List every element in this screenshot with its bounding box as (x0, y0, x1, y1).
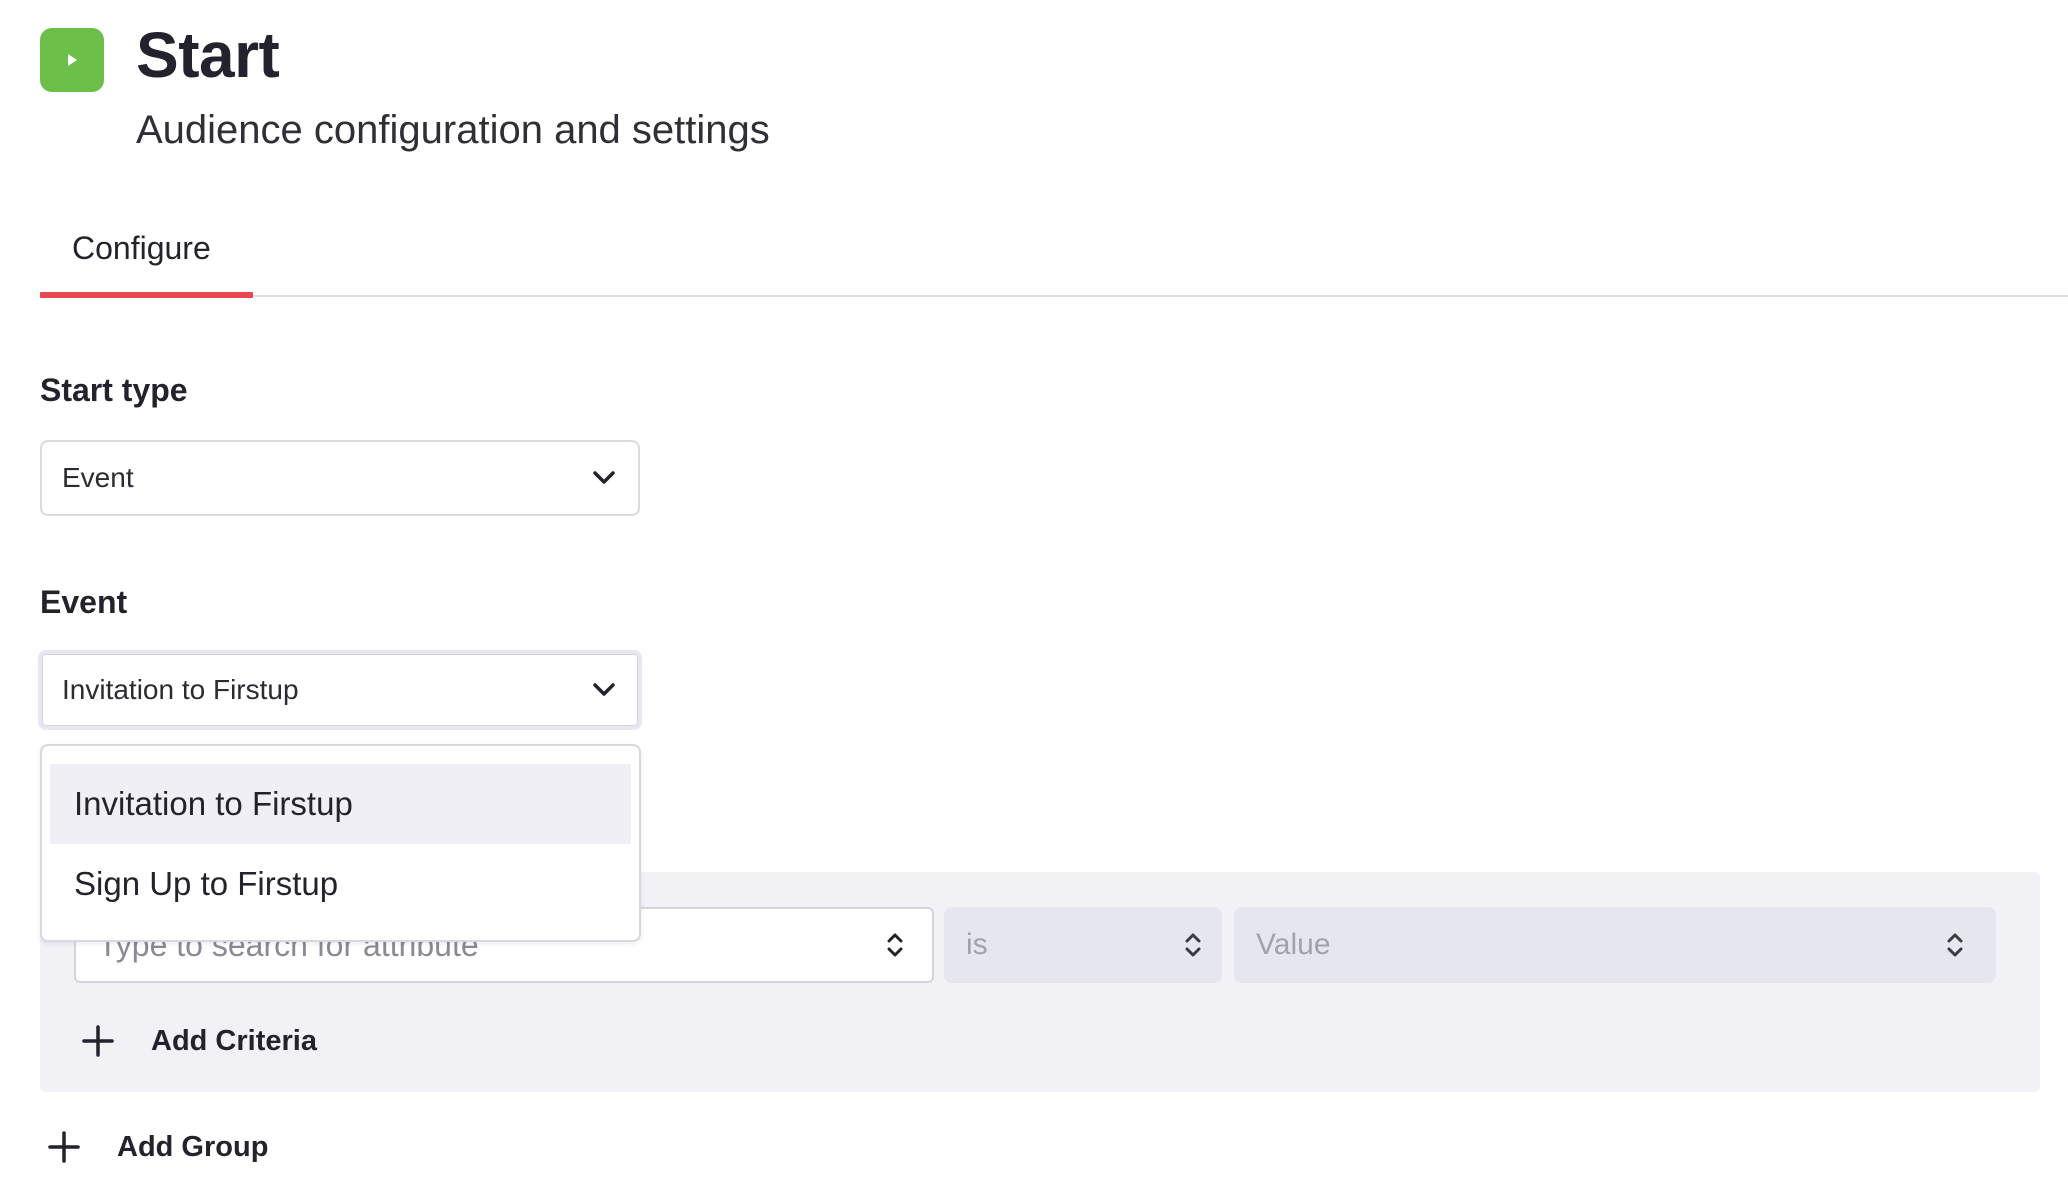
add-criteria-label: Add Criteria (151, 1024, 317, 1057)
start-type-value: Event (62, 462, 134, 493)
stepper-icon (1185, 933, 1201, 957)
chevron-down-icon (593, 471, 615, 484)
menu-option-invitation[interactable]: Invitation to Firstup (50, 764, 631, 844)
operator-select[interactable]: is (944, 907, 1222, 983)
tab-configure[interactable]: Configure (40, 220, 253, 298)
page-subtitle: Audience configuration and settings (136, 108, 770, 152)
plus-icon (82, 1025, 114, 1057)
start-type-select[interactable]: Event (40, 440, 640, 516)
page-title: Start (136, 19, 280, 91)
event-select-value: Invitation to Firstup (62, 674, 299, 705)
start-type-label: Start type (40, 372, 188, 408)
plus-icon (48, 1131, 80, 1163)
stepper-icon (887, 933, 903, 957)
value-select[interactable]: Value (1234, 907, 1996, 983)
stepper-icon (1947, 933, 1963, 957)
tab-active-indicator (40, 292, 253, 298)
tab-configure-label: Configure (72, 230, 211, 266)
event-label: Event (40, 584, 128, 620)
chevron-down-icon (593, 683, 615, 696)
event-select[interactable]: Invitation to Firstup (38, 650, 642, 730)
start-badge (40, 28, 104, 92)
menu-option-sign-up[interactable]: Sign Up to Firstup (50, 844, 631, 924)
event-dropdown-menu: Invitation to Firstup Sign Up to Firstup (40, 744, 641, 942)
add-group-button[interactable]: Add Group (47, 1130, 268, 1164)
add-criteria-button[interactable]: Add Criteria (81, 1024, 317, 1058)
play-icon (68, 54, 77, 66)
value-placeholder: Value (1256, 928, 1331, 961)
tabs-divider (40, 295, 2068, 297)
operator-placeholder: is (966, 928, 988, 961)
add-group-label: Add Group (117, 1130, 269, 1163)
